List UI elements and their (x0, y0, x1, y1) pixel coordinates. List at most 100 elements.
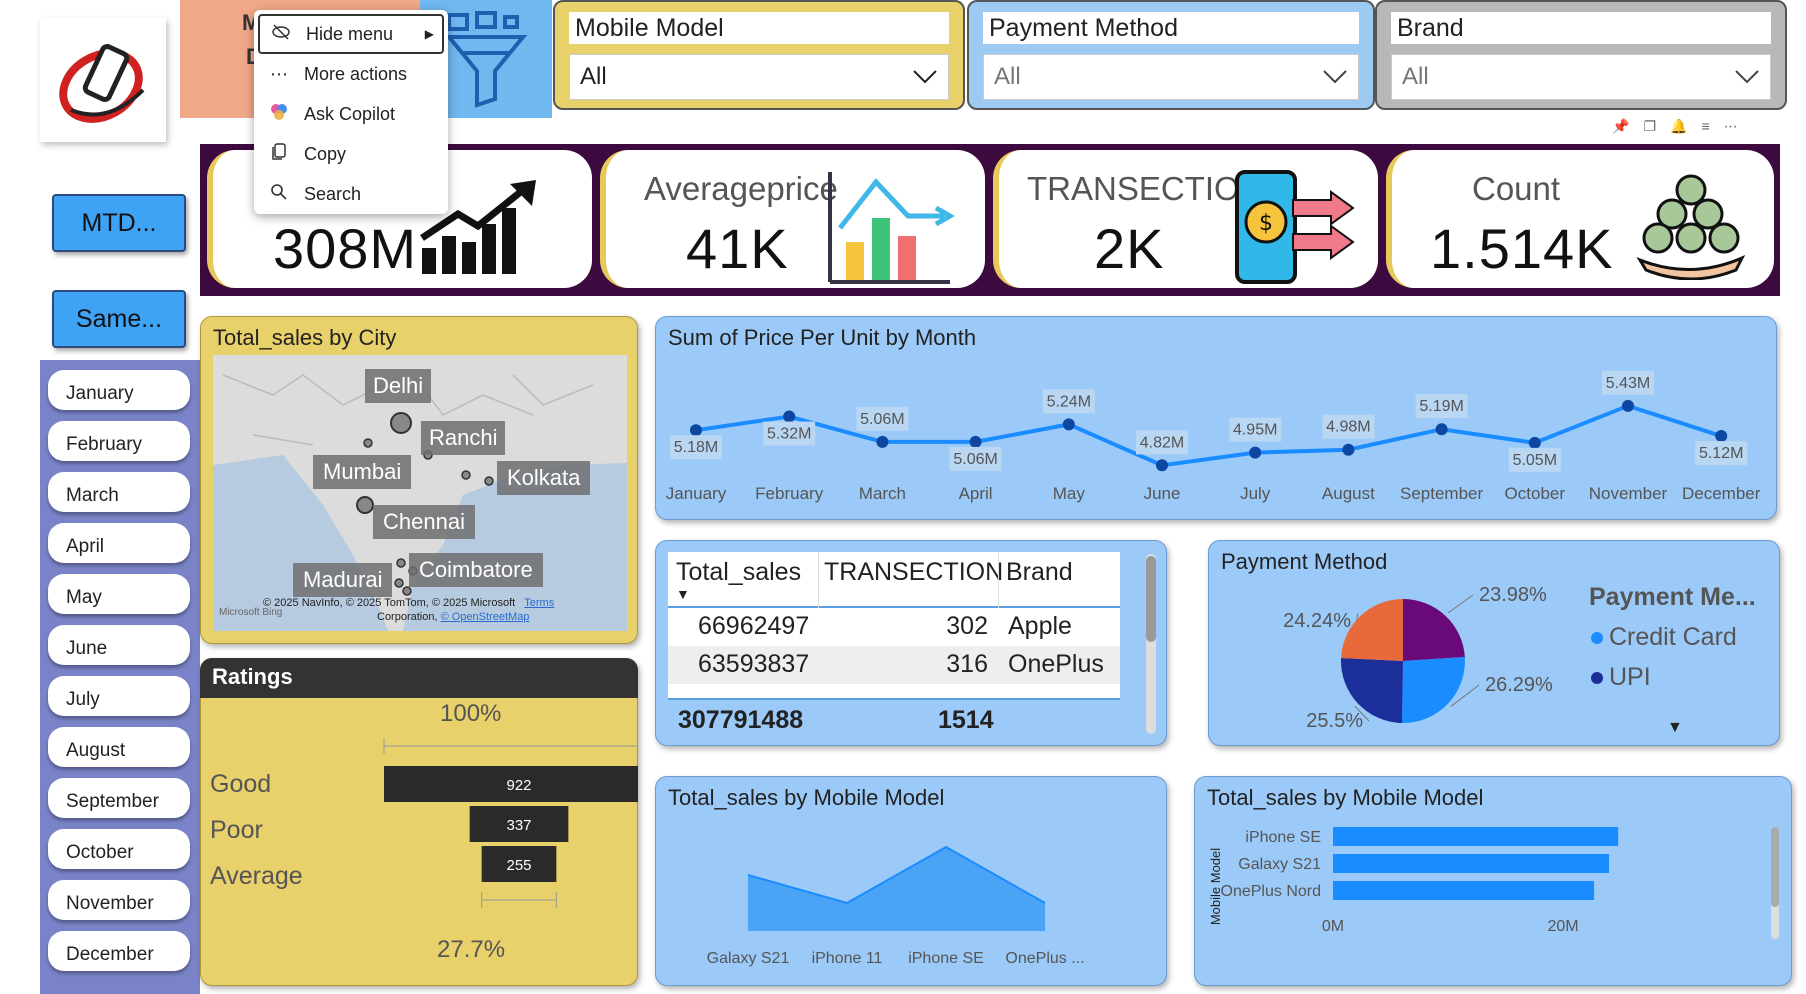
x-tick-label: OnePlus ... (1005, 950, 1084, 967)
map-attribution-text: Corporation, (377, 611, 438, 623)
price-line-chart[interactable]: 5.18M January 5.32M February 5.06M March 5.06M… (656, 317, 1778, 521)
filter-icon[interactable]: ≡ (1701, 118, 1709, 135)
data-label: 5.06M (860, 411, 904, 428)
data-label: 5.12M (1699, 445, 1743, 462)
table-scrollbar[interactable] (1146, 554, 1156, 734)
menu-item-more-actions[interactable]: ⋯ More actions (254, 54, 448, 94)
pie-data-label: 23.98% (1479, 584, 1547, 606)
line-point (1156, 459, 1168, 472)
map-title: Total_sales by City (213, 325, 397, 350)
sales-table: Total_sales TRANSECTION Brand ▼ 66962497… (668, 552, 1120, 700)
menu-item-copy[interactable]: Copy (254, 134, 448, 174)
pie-slice (1401, 657, 1465, 723)
month-button-march[interactable]: March (48, 472, 190, 512)
slicer-title: Brand (1391, 12, 1771, 44)
total-transection-sum: 1514 (938, 706, 994, 734)
table-row[interactable]: 63593837 316 OnePlus (668, 646, 1120, 684)
kpi-label: TRANSECTION (1027, 170, 1264, 207)
alert-icon[interactable]: 🔔 (1670, 118, 1687, 135)
cell-total-sales: 63593837 (698, 650, 810, 678)
menu-item-hide-menu[interactable]: Hide menu ▶ (258, 14, 444, 54)
map-terms-link[interactable]: Terms (524, 597, 554, 609)
bar (1333, 827, 1619, 846)
model-bar-chart[interactable]: iPhone SE Galaxy S21 OnePlus Nord 0M 20M (1195, 777, 1793, 987)
map-attribution-line2: Corporation, © OpenStreetMap (377, 611, 529, 623)
ratings-top-percent: 100% (440, 700, 502, 727)
menu-item-label: Ask Copilot (304, 103, 396, 124)
line-point (1622, 399, 1634, 412)
osm-link[interactable]: © OpenStreetMap (441, 611, 530, 623)
search-icon (268, 183, 290, 206)
month-button-november[interactable]: November (48, 880, 190, 920)
data-label: 5.19M (1419, 398, 1463, 415)
more-options-icon[interactable]: ⋯ (1724, 118, 1738, 135)
x-tick-label: August (1322, 484, 1375, 503)
data-label: 4.98M (1326, 419, 1370, 436)
mtd-button[interactable]: MTD... (52, 194, 186, 252)
month-button-may[interactable]: May (48, 574, 190, 614)
ratings-label-good: Good (210, 770, 272, 798)
pin-icon[interactable]: 📌 (1612, 118, 1629, 135)
cell-brand: Apple (1008, 612, 1072, 640)
slicer-title: Mobile Model (569, 12, 949, 44)
month-button-april[interactable]: April (48, 523, 190, 563)
payment-method-slicer[interactable]: Payment Method All (967, 0, 1375, 110)
data-label: 5.32M (767, 426, 811, 443)
month-button-february[interactable]: February (48, 421, 190, 461)
map-label-delhi: Delhi (365, 369, 432, 403)
sort-desc-icon[interactable]: ▼ (676, 586, 690, 602)
month-button-january[interactable]: January (48, 370, 190, 410)
month-button-october[interactable]: October (48, 829, 190, 869)
table-row[interactable]: 66962497 302 Apple (668, 608, 1120, 646)
line-point (1249, 446, 1262, 459)
column-header-transection[interactable]: TRANSECTION (824, 558, 1003, 587)
same-period-button[interactable]: Same... (52, 290, 186, 348)
mobile-model-dropdown[interactable]: All (569, 54, 949, 100)
legend-item-credit-card[interactable]: Credit Card (1591, 623, 1737, 652)
legend-item-upi[interactable]: UPI (1591, 663, 1651, 692)
cell-transection: 316 (946, 650, 988, 678)
x-tick-label: September (1400, 484, 1483, 503)
funnel-value-label: 255 (506, 857, 531, 874)
data-label: 5.18M (674, 439, 718, 456)
chevron-down-icon (913, 70, 937, 84)
x-tick-label: iPhone 11 (812, 950, 883, 967)
month-button-december[interactable]: December (48, 931, 190, 971)
copy-visual-icon[interactable]: ❐ (1643, 118, 1656, 135)
x-tick-label: July (1240, 484, 1271, 503)
data-label: 5.43M (1606, 375, 1650, 392)
map-label-coimbatore: Coimbatore (409, 553, 543, 587)
legend-label: UPI (1609, 663, 1651, 691)
brand-slicer[interactable]: Brand All (1375, 0, 1787, 110)
kpi-value: 1.514K (1430, 217, 1614, 280)
area-series (748, 847, 1045, 931)
menu-item-ask-copilot[interactable]: Ask Copilot (254, 94, 448, 134)
line-point (1062, 418, 1075, 431)
legend-dot (1591, 671, 1603, 684)
x-tick-label: March (859, 484, 906, 503)
month-button-july[interactable]: July (48, 676, 190, 716)
y-tick-label: OnePlus Nord (1221, 883, 1322, 900)
month-button-september[interactable]: September (48, 778, 190, 818)
legend-scroll-down-icon[interactable]: ▼ (1667, 719, 1683, 737)
month-button-june[interactable]: June (48, 625, 190, 665)
app-logo (40, 18, 166, 142)
brand-dropdown[interactable]: All (1391, 54, 1771, 100)
line-point (1528, 436, 1541, 449)
mobile-model-slicer[interactable]: Mobile Model All (553, 0, 965, 110)
bar-chart-scrollbar[interactable] (1771, 827, 1779, 939)
month-button-august[interactable]: August (48, 727, 190, 767)
payment-method-dropdown[interactable]: All (983, 54, 1359, 100)
copilot-icon (268, 103, 290, 126)
menu-item-search[interactable]: Search (254, 174, 448, 214)
ratings-funnel-chart[interactable]: 922 337 255 (200, 698, 638, 986)
bar-trend-icon (828, 172, 956, 284)
line-point (783, 410, 796, 423)
chevron-down-icon (1735, 70, 1759, 84)
ratings-label-average: Average (210, 862, 303, 890)
model-area-chart[interactable]: Galaxy S21 iPhone 11 iPhone SE OnePlus ... (656, 777, 1168, 987)
column-header-brand[interactable]: Brand (1006, 558, 1073, 587)
map-label-kolkata: Kolkata (497, 461, 591, 495)
column-header-total-sales[interactable]: Total_sales (676, 558, 801, 587)
x-tick-label: 20M (1547, 918, 1578, 935)
